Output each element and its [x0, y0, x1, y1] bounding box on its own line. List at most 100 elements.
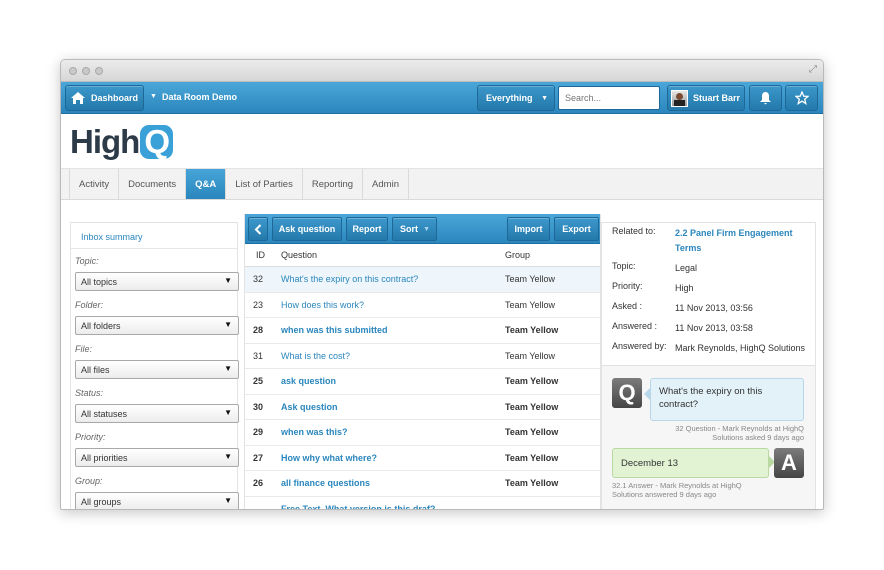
question-link[interactable]: Ask question	[281, 402, 505, 412]
dashboard-label: Dashboard	[91, 93, 139, 103]
tab-list-of-parties[interactable]: List of Parties	[226, 169, 303, 199]
column-header-group[interactable]: Group	[505, 250, 530, 260]
bubble-pointer	[644, 388, 650, 400]
chevron-left-icon	[254, 223, 262, 235]
folder-filter-select[interactable]: All folders ▼	[75, 316, 239, 335]
table-row[interactable]: 25 ask question Team Yellow	[245, 369, 600, 395]
close-window-dot[interactable]	[69, 67, 77, 75]
notifications-button[interactable]	[749, 85, 782, 111]
question-link[interactable]: when was this submitted	[281, 325, 505, 335]
question-id: 31	[253, 350, 264, 361]
export-button[interactable]: Export	[554, 217, 599, 241]
question-group: Team Yellow	[505, 325, 559, 336]
file-filter-select[interactable]: All files ▼	[75, 360, 239, 379]
related-document-link[interactable]: 2.2 Panel Firm Engagement Terms	[675, 226, 807, 256]
chevron-down-icon: ▼	[423, 225, 430, 233]
tab-admin[interactable]: Admin	[363, 169, 409, 199]
tab-activity[interactable]: Activity	[69, 169, 120, 199]
table-row[interactable]: 30 Ask question Team Yellow	[245, 395, 600, 420]
table-row[interactable]: 26 all finance questions Team Yellow	[245, 471, 600, 497]
file-filter-label: File:	[75, 344, 93, 354]
maximize-window-dot[interactable]	[95, 67, 103, 75]
question-badge-icon: Q	[612, 378, 642, 408]
chevron-down-icon: ▼	[224, 496, 232, 505]
question-id: 32	[253, 274, 264, 285]
question-id: 27	[253, 452, 264, 463]
chevron-down-icon: ▼	[224, 364, 232, 373]
chevron-down-icon: ▼	[224, 276, 232, 285]
tab-reporting[interactable]: Reporting	[303, 169, 364, 199]
chevron-down-icon: ▼	[224, 408, 232, 417]
question-group: Team Yellow	[505, 478, 559, 489]
table-row[interactable]: 23 How does this work? Team Yellow	[245, 293, 600, 318]
table-row[interactable]: 27 How why what where? Team Yellow	[245, 446, 600, 471]
questions-table-header: ID Question Group	[245, 244, 600, 267]
site-menu-caret-icon[interactable]: ▼	[150, 93, 157, 100]
question-link[interactable]: What is the cost?	[281, 351, 505, 361]
search-scope-label: Everything	[486, 93, 533, 103]
topic-filter-select[interactable]: All topics ▼	[75, 272, 239, 291]
star-icon	[794, 91, 809, 105]
conversation-thread: Q What's the expiry on this contract? 32…	[602, 365, 815, 509]
table-row[interactable]: Free Text, What version is this draf?	[245, 497, 600, 509]
window-titlebar: ⤢	[61, 60, 823, 82]
avatar	[671, 89, 688, 107]
question-group: Team Yellow	[505, 274, 556, 285]
question-detail-panel: Related to: 2.2 Panel Firm Engagement Te…	[601, 222, 816, 509]
favorites-button[interactable]	[785, 85, 818, 111]
questions-panel: Ask question Report Sort ▼ Import Export…	[244, 214, 601, 509]
question-link[interactable]: Free Text, What version is this draf?	[281, 504, 505, 509]
highq-logo[interactable]: High Q	[70, 123, 173, 161]
minimize-window-dot[interactable]	[82, 67, 90, 75]
group-filter-select[interactable]: All groups ▼	[75, 492, 239, 509]
import-button[interactable]: Import	[507, 217, 550, 241]
dashboard-button[interactable]: Dashboard	[65, 85, 144, 111]
back-button[interactable]	[248, 217, 268, 241]
table-row[interactable]: 28 when was this submitted Team Yellow	[245, 318, 600, 344]
questions-table-body: 32 What's the expiry on this contract? Tea…	[245, 267, 600, 509]
question-meta: 32 Question - Mark Reynolds at HighQ Solu…	[675, 424, 804, 442]
table-row[interactable]: 29 when was this? Team Yellow	[245, 420, 600, 446]
answer-meta: 32.1 Answer - Mark Reynolds at HighQ Solu…	[612, 481, 742, 499]
question-link[interactable]: What's the expiry on this contract?	[281, 274, 505, 284]
priority-filter-select[interactable]: All priorities ▼	[75, 448, 239, 467]
inbox-summary-link[interactable]: Inbox summary	[71, 223, 237, 249]
question-link[interactable]: How why what where?	[281, 453, 505, 463]
question-group: Team Yellow	[505, 350, 556, 361]
filter-sidebar: Inbox summary Topic: All topics ▼ Folder:…	[70, 222, 239, 509]
status-filter-select[interactable]: All statuses ▼	[75, 404, 239, 423]
chevron-down-icon: ▼	[541, 94, 548, 102]
site-name-link[interactable]: Data Room Demo	[162, 92, 237, 102]
question-link[interactable]: ask question	[281, 376, 505, 386]
ask-question-button[interactable]: Ask question	[272, 217, 342, 241]
answer-bubble: December 13	[612, 448, 769, 478]
question-id: 30	[253, 401, 264, 412]
question-id: 23	[253, 299, 264, 310]
bell-icon	[760, 92, 771, 105]
fullscreen-icon[interactable]: ⤢	[809, 64, 817, 75]
search-input[interactable]	[558, 86, 660, 110]
chevron-down-icon: ▼	[224, 452, 232, 461]
status-filter-label: Status:	[75, 388, 104, 398]
table-row[interactable]: 31 What is the cost? Team Yellow	[245, 344, 600, 369]
question-id: 25	[253, 376, 264, 387]
column-header-id[interactable]: ID	[245, 250, 281, 260]
question-id: 26	[253, 478, 264, 489]
user-menu-button[interactable]: Stuart Barr	[667, 85, 745, 111]
search-scope-dropdown[interactable]: Everything ▼	[477, 85, 555, 111]
question-link[interactable]: How does this work?	[281, 300, 505, 310]
report-button[interactable]: Report	[346, 217, 388, 241]
table-row[interactable]: 32 What's the expiry on this contract? Tea…	[245, 267, 600, 293]
tab-qa[interactable]: Q&A	[186, 169, 227, 199]
question-link[interactable]: when was this?	[281, 427, 505, 437]
detail-priority: Priority: High	[612, 281, 694, 293]
browser-window: ⤢ Dashboard ▼ Data Room Demo Everything …	[60, 59, 824, 510]
topic-filter-label: Topic:	[75, 256, 99, 266]
group-filter-label: Group:	[75, 476, 103, 486]
sort-dropdown[interactable]: Sort ▼	[392, 217, 437, 241]
detail-answered: Answered : 11 Nov 2013, 03:58	[612, 321, 753, 333]
tab-documents[interactable]: Documents	[119, 169, 187, 199]
question-link[interactable]: all finance questions	[281, 478, 505, 488]
column-header-question[interactable]: Question	[281, 250, 505, 260]
home-icon	[71, 92, 85, 104]
